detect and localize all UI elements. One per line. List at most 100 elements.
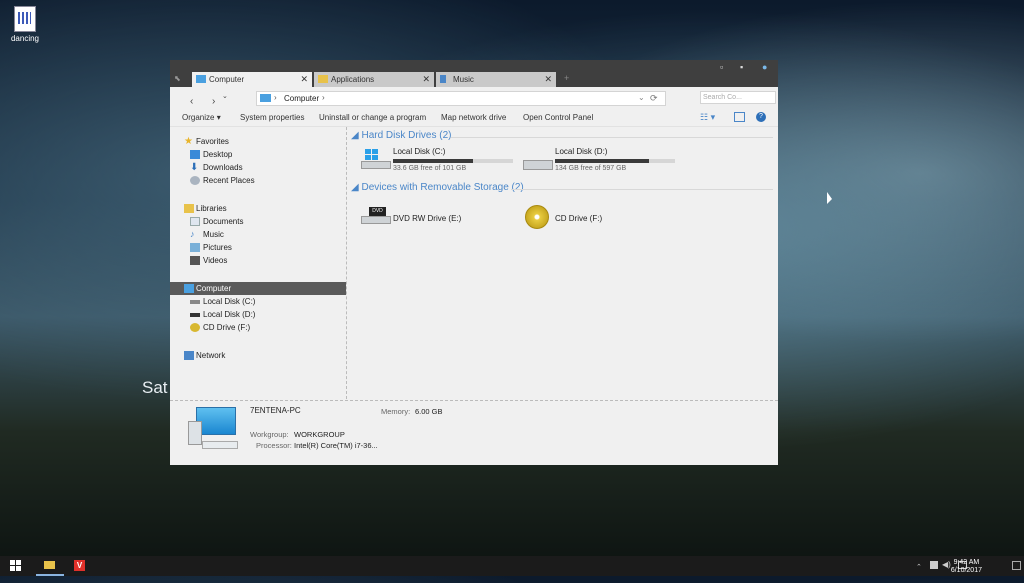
help-icon[interactable]: ? [756,112,766,122]
nav-favorites[interactable]: ★ Favorites [184,135,346,148]
libraries-icon [184,204,194,213]
network-icon [184,351,194,360]
group-header-hdd[interactable]: ◢ Hard Disk Drives (2) [351,130,451,141]
computer-icon [184,284,194,293]
dvd-drive-icon: DVD [361,207,391,224]
desktop-icon [190,150,200,159]
refresh-icon[interactable]: ⟳ [650,93,662,105]
back-arrow-icon[interactable]: ⬉ [174,74,181,83]
nav-cd-drive-f[interactable]: CD Drive (F:) [190,321,343,334]
drive-icon [523,160,553,170]
view-options-icon[interactable]: ☷ ▾ [700,112,715,123]
tab-applications[interactable]: Applications ✕ [314,72,434,87]
drive-usage-bar [555,159,675,163]
computer-large-icon [188,407,238,449]
organize-button[interactable]: Organize ▾ [182,113,221,122]
nav-downloads[interactable]: ⬇ Downloads [190,161,343,174]
drive-usage-fill [393,159,474,163]
nav-music[interactable]: ♪ Music [190,228,343,241]
back-button[interactable]: ‹ [190,96,193,107]
desktop-icon-dancing[interactable]: dancing [8,6,42,43]
group-divider [511,189,773,190]
group-header-removable[interactable]: ◢ Devices with Removable Storage (2) [351,182,524,193]
computer-icon [196,75,206,83]
drive-name: Local Disk (C:) [393,147,446,156]
computer-icon [260,94,271,102]
folder-icon [44,561,55,569]
start-windows-icon[interactable] [10,560,22,572]
breadcrumb-computer[interactable]: Computer [284,94,319,103]
preview-pane-icon[interactable] [734,112,745,122]
close-tab-icon[interactable]: ✕ [422,74,430,85]
battery-icon[interactable] [930,561,938,569]
details-pane: 7ENTENA-PC Memory: 6.00 GB Workgroup: WO… [170,400,778,465]
windows-drive-icon [361,149,391,169]
maximize-icon[interactable]: ▪ [740,62,743,72]
notifications-icon[interactable] [1012,561,1021,570]
breadcrumb-separator[interactable]: › [322,93,325,102]
tray-chevron-icon[interactable]: ⌃ [916,563,922,583]
desktop-clock-text: Sat [142,378,168,397]
processor-value: Intel(R) Core(TM) i7-36... [294,441,378,450]
drive-name: Local Disk (D:) [555,147,608,156]
group-divider [451,137,773,138]
documents-icon [190,217,200,226]
new-tab-icon[interactable]: + [564,73,569,83]
mouse-cursor-icon [827,192,832,204]
nav-desktop[interactable]: Desktop [190,148,343,161]
drive-free-space: 33.6 GB free of 101 GB [393,165,467,172]
star-icon: ★ [184,136,193,147]
nav-documents[interactable]: Documents [190,215,343,228]
drive-usage-bar [393,159,513,163]
uninstall-button[interactable]: Uninstall or change a program [319,113,426,122]
nav-network[interactable]: Network [184,349,346,362]
vivaldi-icon: V [74,560,85,571]
desktop-icon-label: dancing [10,34,40,43]
drive-name: CD Drive (F:) [555,214,603,223]
nav-pictures[interactable]: Pictures [190,241,343,254]
close-tab-icon[interactable]: ✕ [300,74,308,85]
clock[interactable]: 9:42 AM 6/10/2017 [951,559,982,575]
nav-videos[interactable]: Videos [190,254,343,267]
map-network-drive-button[interactable]: Map network drive [441,113,506,122]
address-dropdown-icon[interactable]: ⌄ [638,93,645,102]
content-pane: ◢ Hard Disk Drives (2) Local Disk (C:) 3… [347,127,778,399]
volume-icon[interactable]: ◀) [942,560,951,580]
search-input[interactable]: Search Co... [700,91,776,104]
memory-value: 6.00 GB [415,407,443,416]
document-icon [14,6,36,32]
taskbar-file-explorer[interactable] [36,556,64,576]
clock-date: 6/10/2017 [950,567,982,574]
navigation-pane: ★ Favorites Desktop ⬇ Downloads Recent P… [170,127,347,399]
close-window-icon[interactable]: ● [762,62,767,72]
title-bar[interactable]: ⬉ Computer ✕ Applications ✕ Music ✕ + ▫ … [170,60,778,87]
processor-label: Processor: [256,441,292,450]
workgroup-value: WORKGROUP [294,430,345,439]
system-properties-button[interactable]: System properties [240,113,304,122]
drive-icon [190,313,200,317]
nav-local-disk-d[interactable]: Local Disk (D:) [190,308,343,321]
cd-icon [525,205,549,229]
drive-icon [190,300,200,304]
music-icon [440,75,446,83]
nav-recent-places[interactable]: Recent Places [190,174,343,187]
forward-button[interactable]: › [212,96,215,107]
music-icon: ♪ [190,229,195,239]
pictures-icon [190,243,200,252]
minimize-icon[interactable]: ▫ [720,62,723,72]
tab-computer[interactable]: Computer ✕ [192,72,312,87]
close-tab-icon[interactable]: ✕ [544,74,552,85]
open-control-panel-button[interactable]: Open Control Panel [523,113,593,122]
recent-dropdown-icon[interactable]: ⌄ [222,92,228,100]
download-icon: ⬇ [190,162,199,173]
drive-free-space: 134 GB free of 597 GB [555,165,627,172]
nav-local-disk-c[interactable]: Local Disk (C:) [190,295,343,308]
nav-computer[interactable]: Computer [170,282,346,295]
tab-music[interactable]: Music ✕ [436,72,556,87]
taskbar: V ⌃ ◀) 9:42 AM 6/10/2017 [0,556,1024,576]
nav-libraries[interactable]: Libraries [184,202,346,215]
breadcrumb-separator: › [274,93,277,102]
cd-icon [190,323,200,332]
taskbar-vivaldi[interactable]: V [68,556,92,576]
memory-label: Memory: [381,407,411,416]
